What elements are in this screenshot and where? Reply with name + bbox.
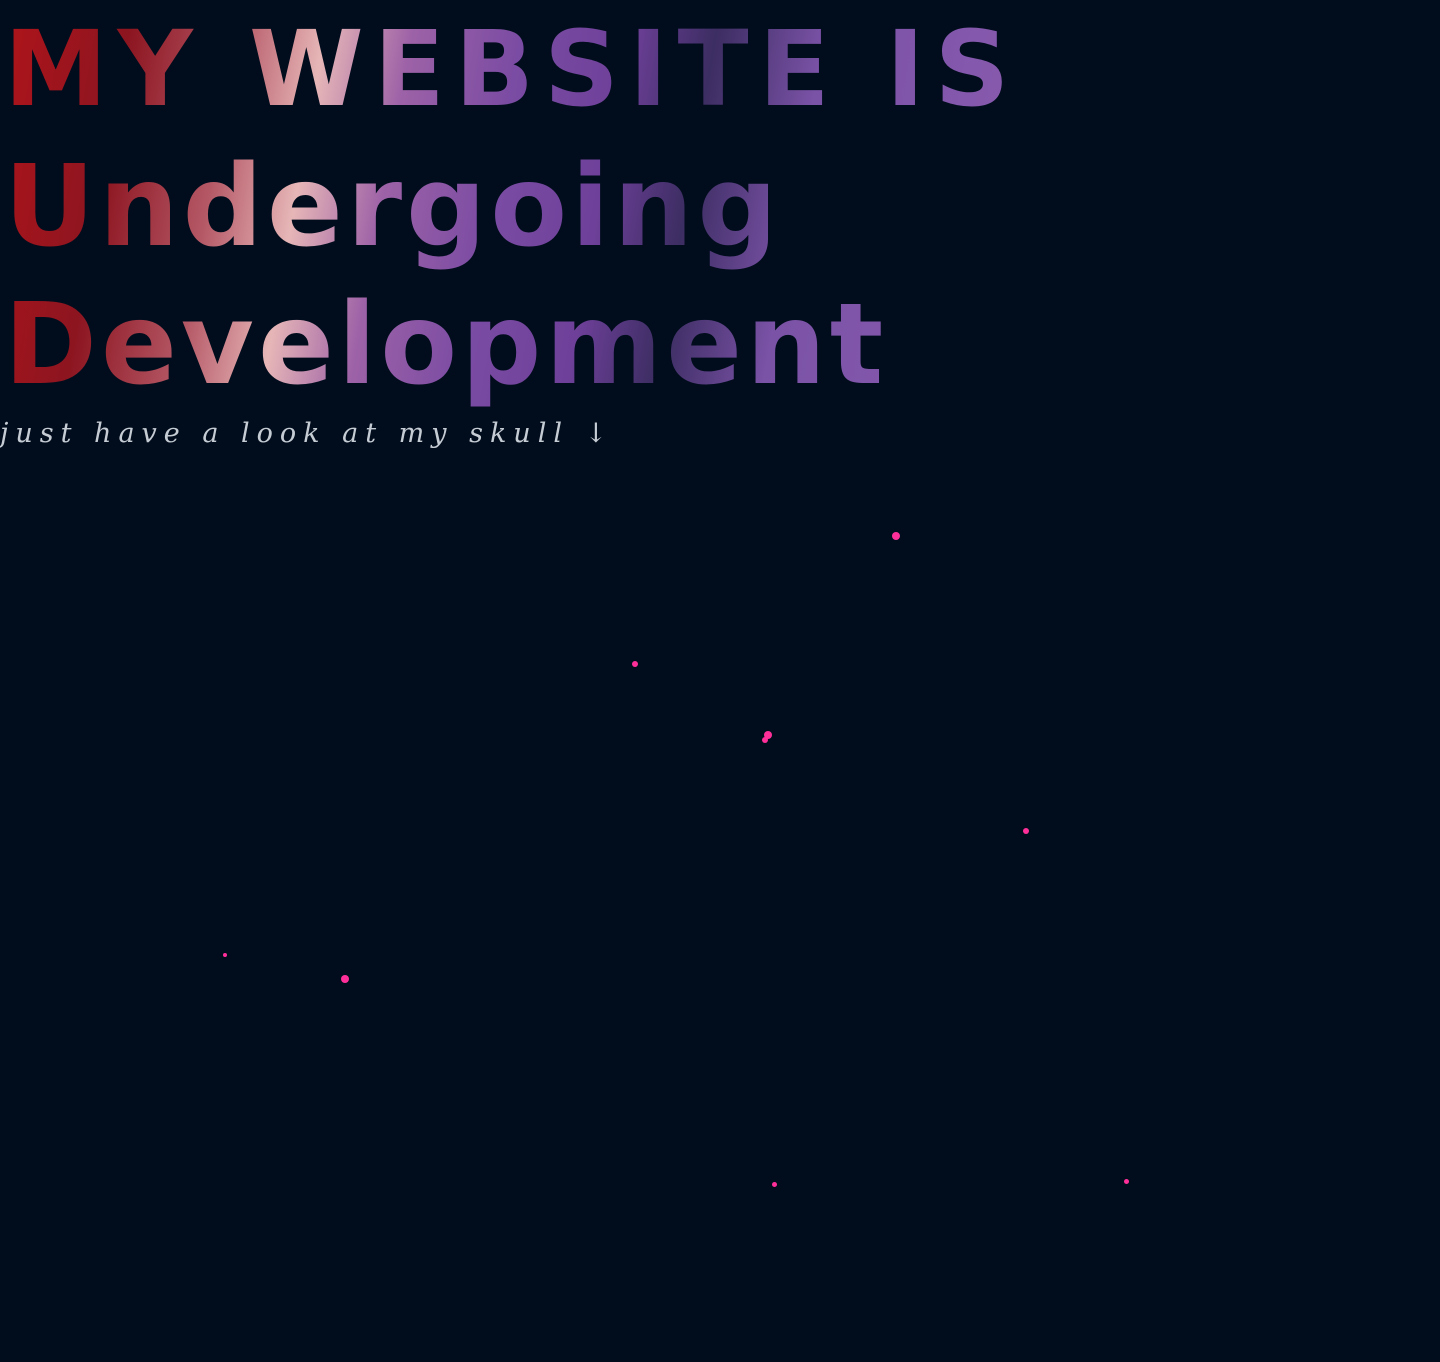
particle-dot — [341, 975, 349, 983]
headline-line-3: Development — [4, 280, 888, 410]
tagline: just have a look at my skull ↓ — [0, 418, 615, 449]
particle-dot — [892, 532, 900, 540]
headline-line-2: Undergoing — [4, 142, 782, 272]
page-headline: MY WEBSITE IS Undergoing Development — [4, 0, 1019, 414]
particle-dot — [632, 661, 638, 667]
headline-line-1: MY WEBSITE IS — [4, 8, 1020, 130]
particle-dot — [762, 737, 768, 743]
particle-dot — [223, 953, 227, 957]
particle-dot — [772, 1182, 777, 1187]
particle-dot — [1124, 1179, 1129, 1184]
page: MY WEBSITE IS Undergoing Development jus… — [0, 0, 1440, 1362]
particle-dot — [1023, 828, 1029, 834]
